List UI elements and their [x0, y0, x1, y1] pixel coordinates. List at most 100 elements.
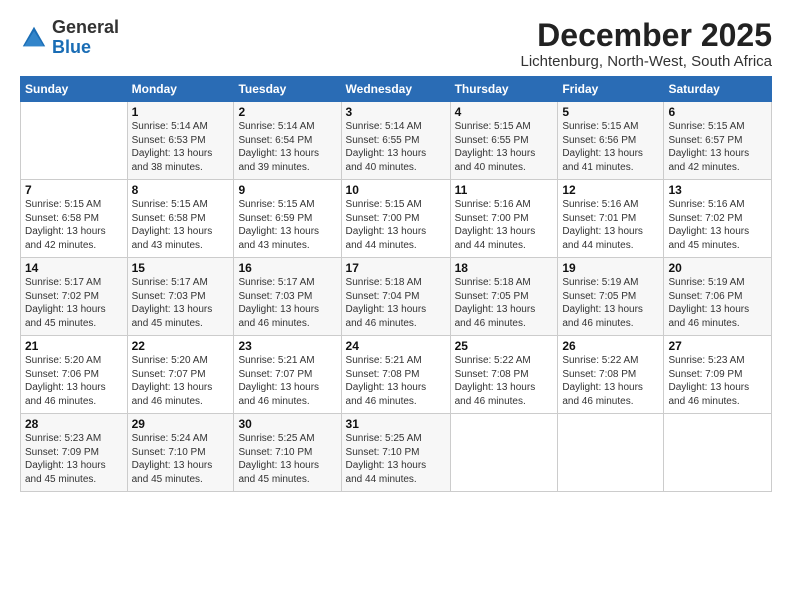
day-number: 2	[238, 105, 336, 119]
day-info: Sunrise: 5:16 AM Sunset: 7:01 PM Dayligh…	[562, 198, 659, 252]
calendar-cell: 23Sunrise: 5:21 AM Sunset: 7:07 PM Dayli…	[234, 336, 341, 414]
calendar-cell	[21, 102, 128, 180]
calendar-cell: 5Sunrise: 5:15 AM Sunset: 6:56 PM Daylig…	[558, 102, 664, 180]
calendar-cell: 27Sunrise: 5:23 AM Sunset: 7:09 PM Dayli…	[664, 336, 772, 414]
day-number: 23	[238, 339, 336, 353]
calendar-cell: 7Sunrise: 5:15 AM Sunset: 6:58 PM Daylig…	[21, 180, 128, 258]
day-number: 28	[25, 417, 123, 431]
day-info: Sunrise: 5:17 AM Sunset: 7:03 PM Dayligh…	[132, 276, 230, 330]
calendar-table: SundayMondayTuesdayWednesdayThursdayFrid…	[20, 76, 772, 492]
day-info: Sunrise: 5:15 AM Sunset: 6:58 PM Dayligh…	[25, 198, 123, 252]
calendar-cell: 14Sunrise: 5:17 AM Sunset: 7:02 PM Dayli…	[21, 258, 128, 336]
calendar-cell: 6Sunrise: 5:15 AM Sunset: 6:57 PM Daylig…	[664, 102, 772, 180]
header: General Blue December 2025 Lichtenburg, …	[20, 18, 772, 70]
weekday-header-row: SundayMondayTuesdayWednesdayThursdayFrid…	[21, 77, 772, 102]
logo-blue-text: Blue	[52, 37, 91, 57]
calendar-cell: 28Sunrise: 5:23 AM Sunset: 7:09 PM Dayli…	[21, 414, 128, 492]
day-info: Sunrise: 5:15 AM Sunset: 6:56 PM Dayligh…	[562, 120, 659, 174]
calendar-cell: 9Sunrise: 5:15 AM Sunset: 6:59 PM Daylig…	[234, 180, 341, 258]
day-number: 4	[455, 105, 554, 119]
day-number: 14	[25, 261, 123, 275]
day-number: 10	[346, 183, 446, 197]
calendar-cell: 2Sunrise: 5:14 AM Sunset: 6:54 PM Daylig…	[234, 102, 341, 180]
day-number: 11	[455, 183, 554, 197]
day-number: 27	[668, 339, 767, 353]
calendar-cell	[664, 414, 772, 492]
calendar-cell: 17Sunrise: 5:18 AM Sunset: 7:04 PM Dayli…	[341, 258, 450, 336]
day-info: Sunrise: 5:21 AM Sunset: 7:08 PM Dayligh…	[346, 354, 446, 408]
day-info: Sunrise: 5:14 AM Sunset: 6:54 PM Dayligh…	[238, 120, 336, 174]
day-info: Sunrise: 5:20 AM Sunset: 7:06 PM Dayligh…	[25, 354, 123, 408]
day-info: Sunrise: 5:23 AM Sunset: 7:09 PM Dayligh…	[668, 354, 767, 408]
weekday-header-tuesday: Tuesday	[234, 77, 341, 102]
day-number: 29	[132, 417, 230, 431]
calendar-week-0: 1Sunrise: 5:14 AM Sunset: 6:53 PM Daylig…	[21, 102, 772, 180]
page: General Blue December 2025 Lichtenburg, …	[0, 0, 792, 612]
day-number: 31	[346, 417, 446, 431]
day-number: 9	[238, 183, 336, 197]
calendar-cell: 21Sunrise: 5:20 AM Sunset: 7:06 PM Dayli…	[21, 336, 128, 414]
calendar-cell: 18Sunrise: 5:18 AM Sunset: 7:05 PM Dayli…	[450, 258, 558, 336]
day-number: 21	[25, 339, 123, 353]
day-number: 3	[346, 105, 446, 119]
day-number: 20	[668, 261, 767, 275]
day-info: Sunrise: 5:24 AM Sunset: 7:10 PM Dayligh…	[132, 432, 230, 486]
day-info: Sunrise: 5:19 AM Sunset: 7:06 PM Dayligh…	[668, 276, 767, 330]
logo-icon	[20, 24, 48, 52]
calendar-cell: 20Sunrise: 5:19 AM Sunset: 7:06 PM Dayli…	[664, 258, 772, 336]
calendar-cell: 12Sunrise: 5:16 AM Sunset: 7:01 PM Dayli…	[558, 180, 664, 258]
calendar-cell: 26Sunrise: 5:22 AM Sunset: 7:08 PM Dayli…	[558, 336, 664, 414]
weekday-header-saturday: Saturday	[664, 77, 772, 102]
calendar-cell: 29Sunrise: 5:24 AM Sunset: 7:10 PM Dayli…	[127, 414, 234, 492]
calendar-cell: 10Sunrise: 5:15 AM Sunset: 7:00 PM Dayli…	[341, 180, 450, 258]
weekday-header-friday: Friday	[558, 77, 664, 102]
location: Lichtenburg, North-West, South Africa	[520, 53, 772, 70]
day-info: Sunrise: 5:17 AM Sunset: 7:03 PM Dayligh…	[238, 276, 336, 330]
day-number: 22	[132, 339, 230, 353]
day-number: 26	[562, 339, 659, 353]
day-number: 16	[238, 261, 336, 275]
calendar-cell: 8Sunrise: 5:15 AM Sunset: 6:58 PM Daylig…	[127, 180, 234, 258]
calendar-week-3: 21Sunrise: 5:20 AM Sunset: 7:06 PM Dayli…	[21, 336, 772, 414]
day-info: Sunrise: 5:15 AM Sunset: 6:57 PM Dayligh…	[668, 120, 767, 174]
day-info: Sunrise: 5:18 AM Sunset: 7:05 PM Dayligh…	[455, 276, 554, 330]
calendar-cell: 16Sunrise: 5:17 AM Sunset: 7:03 PM Dayli…	[234, 258, 341, 336]
day-info: Sunrise: 5:16 AM Sunset: 7:00 PM Dayligh…	[455, 198, 554, 252]
day-info: Sunrise: 5:15 AM Sunset: 6:59 PM Dayligh…	[238, 198, 336, 252]
day-number: 18	[455, 261, 554, 275]
day-number: 30	[238, 417, 336, 431]
day-number: 25	[455, 339, 554, 353]
day-info: Sunrise: 5:14 AM Sunset: 6:55 PM Dayligh…	[346, 120, 446, 174]
calendar-cell: 3Sunrise: 5:14 AM Sunset: 6:55 PM Daylig…	[341, 102, 450, 180]
day-info: Sunrise: 5:21 AM Sunset: 7:07 PM Dayligh…	[238, 354, 336, 408]
day-info: Sunrise: 5:19 AM Sunset: 7:05 PM Dayligh…	[562, 276, 659, 330]
weekday-header-wednesday: Wednesday	[341, 77, 450, 102]
day-info: Sunrise: 5:18 AM Sunset: 7:04 PM Dayligh…	[346, 276, 446, 330]
day-number: 6	[668, 105, 767, 119]
day-number: 7	[25, 183, 123, 197]
title-block: December 2025 Lichtenburg, North-West, S…	[520, 18, 772, 70]
weekday-header-thursday: Thursday	[450, 77, 558, 102]
calendar-cell: 15Sunrise: 5:17 AM Sunset: 7:03 PM Dayli…	[127, 258, 234, 336]
day-number: 1	[132, 105, 230, 119]
day-number: 13	[668, 183, 767, 197]
logo-general-text: General	[52, 17, 119, 37]
day-info: Sunrise: 5:25 AM Sunset: 7:10 PM Dayligh…	[346, 432, 446, 486]
day-number: 15	[132, 261, 230, 275]
calendar-week-4: 28Sunrise: 5:23 AM Sunset: 7:09 PM Dayli…	[21, 414, 772, 492]
calendar-cell: 4Sunrise: 5:15 AM Sunset: 6:55 PM Daylig…	[450, 102, 558, 180]
day-info: Sunrise: 5:25 AM Sunset: 7:10 PM Dayligh…	[238, 432, 336, 486]
month-title: December 2025	[520, 18, 772, 53]
calendar-cell: 24Sunrise: 5:21 AM Sunset: 7:08 PM Dayli…	[341, 336, 450, 414]
calendar-cell	[450, 414, 558, 492]
day-info: Sunrise: 5:23 AM Sunset: 7:09 PM Dayligh…	[25, 432, 123, 486]
day-number: 24	[346, 339, 446, 353]
calendar-week-2: 14Sunrise: 5:17 AM Sunset: 7:02 PM Dayli…	[21, 258, 772, 336]
calendar-cell: 22Sunrise: 5:20 AM Sunset: 7:07 PM Dayli…	[127, 336, 234, 414]
calendar-week-1: 7Sunrise: 5:15 AM Sunset: 6:58 PM Daylig…	[21, 180, 772, 258]
logo: General Blue	[20, 18, 119, 58]
weekday-header-sunday: Sunday	[21, 77, 128, 102]
day-number: 12	[562, 183, 659, 197]
day-info: Sunrise: 5:17 AM Sunset: 7:02 PM Dayligh…	[25, 276, 123, 330]
calendar-cell: 30Sunrise: 5:25 AM Sunset: 7:10 PM Dayli…	[234, 414, 341, 492]
